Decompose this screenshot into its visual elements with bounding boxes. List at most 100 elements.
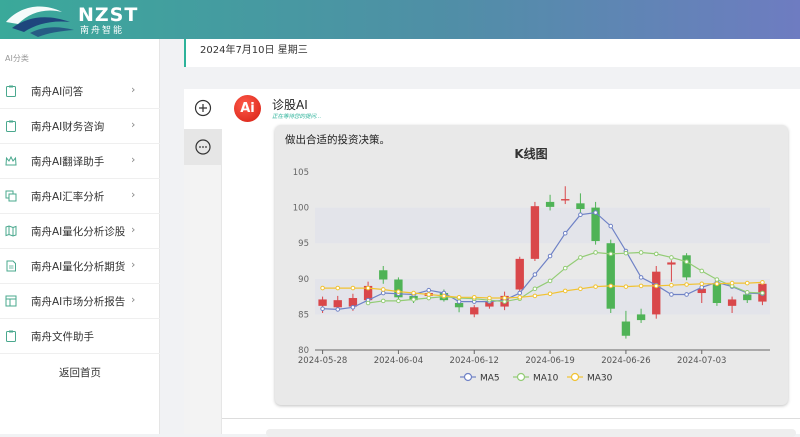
ma-point <box>396 298 401 304</box>
ma-point <box>441 293 447 299</box>
chart-legend: MA5 MA10 MA30 <box>460 372 613 384</box>
candle-body <box>379 270 388 280</box>
ma-point <box>487 295 492 301</box>
ma-point <box>380 290 386 296</box>
ma-point <box>532 272 538 277</box>
ma-point <box>532 286 538 292</box>
clipboard-icon <box>6 330 16 342</box>
ma-point <box>562 288 568 294</box>
x-tick-label: 2024-07-03 <box>677 356 726 366</box>
kline-chart: K线图 80 85 90 95 100 105 2024-05-28 2024-06-04 2… <box>293 146 770 384</box>
chevron-right-icon: › <box>131 118 136 131</box>
ma-point <box>547 253 553 259</box>
sidebar-item-label: 南舟AI市场分析报告 <box>31 296 126 308</box>
sidebar-item-label: 南舟AI财务咨询 <box>31 121 105 133</box>
ma-point <box>714 281 720 287</box>
ma-point <box>653 283 659 289</box>
ma-point <box>684 259 689 265</box>
ma-point <box>350 304 356 310</box>
x-tick-label: 2024-06-12 <box>450 356 499 366</box>
ma-point <box>380 287 386 292</box>
ma-point <box>426 287 432 293</box>
sidebar-item-label: 南舟AI问答 <box>31 86 84 98</box>
ma-point <box>729 280 735 286</box>
ai-avatar: Ai <box>234 95 261 122</box>
candle-body <box>561 199 570 201</box>
ma-point <box>653 251 659 257</box>
candle-body <box>727 299 737 306</box>
sidebar-item-quant-stock[interactable]: 南舟AI量化分析诊股 › <box>0 214 160 249</box>
sidebar-item-file-assistant[interactable]: 南舟文件助手 <box>0 319 160 354</box>
sidebar-item-quant-futures[interactable]: 南舟AI量化分析期货 › <box>0 249 160 284</box>
sidebar-item-exchange-rate[interactable]: 南舟AI汇率分析 › <box>0 179 160 214</box>
date-header: 2024年7月10日 星期三 <box>184 39 800 67</box>
y-tick-label: 85 <box>298 310 309 320</box>
sidebar-item-finance[interactable]: 南舟AI财务咨询 › <box>0 109 160 144</box>
ma-point <box>502 299 507 304</box>
candle-body <box>576 203 585 210</box>
y-tick-label: 90 <box>298 275 309 285</box>
ma-point <box>380 298 386 304</box>
ma-point <box>578 255 583 260</box>
brand-logo[interactable]: NZST 南舟智能 <box>0 0 160 39</box>
x-tick-label: 2024-06-04 <box>374 356 423 366</box>
ma-point <box>547 278 553 284</box>
ma-point <box>517 290 523 296</box>
chat-input-bar <box>222 418 800 437</box>
ma-point <box>396 289 401 294</box>
sidebar-item-label: 南舟AI量化分析诊股 <box>31 226 126 238</box>
y-tick-label: 95 <box>298 239 309 249</box>
map-icon <box>5 225 17 237</box>
legend-marker <box>570 372 580 382</box>
ma-point <box>335 285 341 291</box>
sidebar-item-market-report[interactable]: 南舟AI市场分析报告 › <box>0 284 160 319</box>
chevron-right-icon: › <box>131 188 136 201</box>
ma-point <box>638 275 644 280</box>
y-tick-label: 80 <box>298 346 309 356</box>
ma-point <box>638 283 644 289</box>
ma-point <box>699 281 705 287</box>
ma-point <box>456 299 462 304</box>
back-home-link[interactable]: 返回首页 <box>0 356 160 391</box>
ma-point <box>638 250 644 255</box>
y-tick-label: 105 <box>293 168 309 178</box>
x-tick-label: 2024-06-26 <box>601 356 650 366</box>
ma-point <box>335 307 341 312</box>
sidebar: AI分类 南舟AI问答 › 南舟AI财务咨询 › 南舟AI翻译助手 › 南舟AI… <box>0 39 160 434</box>
chat-bubble-icon <box>195 139 211 155</box>
candle-body <box>318 299 327 306</box>
ma-point <box>608 223 614 229</box>
chat-input[interactable] <box>266 429 796 437</box>
ma-point <box>320 306 325 312</box>
candle-body <box>530 206 540 259</box>
legend-label: MA10 <box>533 374 559 384</box>
ma-point <box>760 290 765 296</box>
ma-point <box>669 255 674 260</box>
legend-label: MA30 <box>587 374 613 384</box>
legend-marker <box>516 372 526 382</box>
ma-point <box>471 295 477 300</box>
sidebar-item-ai-qa[interactable]: 南舟AI问答 › <box>0 74 160 109</box>
ma-point <box>593 210 598 215</box>
candle-body <box>515 258 524 290</box>
ma-point <box>426 292 432 297</box>
candle-body <box>682 255 691 278</box>
ma-point <box>699 268 705 274</box>
ma-point <box>517 295 523 300</box>
ma-point <box>411 290 416 296</box>
chevron-right-icon: › <box>131 153 136 166</box>
new-chat-button[interactable] <box>184 89 222 129</box>
chat-history-button[interactable] <box>184 129 222 165</box>
ma-point <box>456 295 462 300</box>
sidebar-item-label: 南舟AI汇率分析 <box>31 191 105 203</box>
layout-icon <box>5 295 17 307</box>
ma-point <box>562 265 568 271</box>
sidebar-item-label: 南舟AI翻译助手 <box>31 156 105 168</box>
ma-point <box>669 282 674 288</box>
sidebar-item-translate[interactable]: 南舟AI翻译助手 › <box>0 144 160 179</box>
brand-subtitle: 南舟智能 <box>80 26 125 36</box>
chevron-right-icon: › <box>131 293 136 306</box>
y-tick-label: 100 <box>293 204 309 214</box>
copy-icon <box>5 190 17 202</box>
ma-point <box>547 291 553 297</box>
